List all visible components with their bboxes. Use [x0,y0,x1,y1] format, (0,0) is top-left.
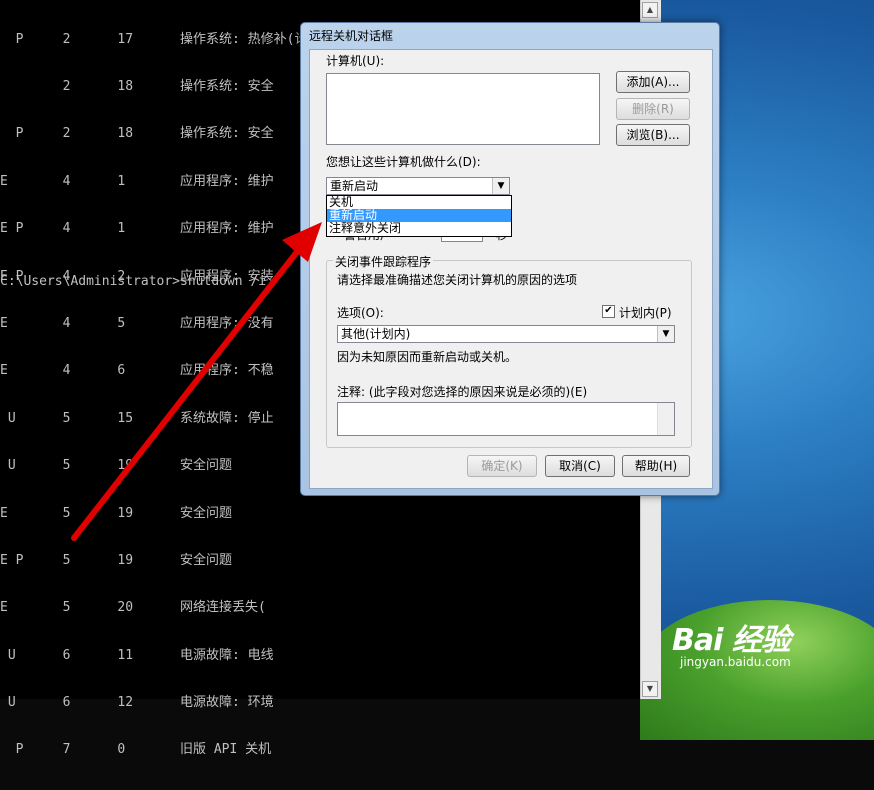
arrow-head-icon [282,222,322,262]
red-annotation-arrow [71,222,322,541]
baidu-watermark: Bai 经验 jingyan.baidu.com [672,615,791,669]
console-line: P 7 0 旧版 API 关机 [0,742,272,758]
arrow-shaft [71,245,303,541]
baidu-logo: Bai 经验 [672,623,791,658]
baidu-url: jingyan.baidu.com [680,655,791,669]
